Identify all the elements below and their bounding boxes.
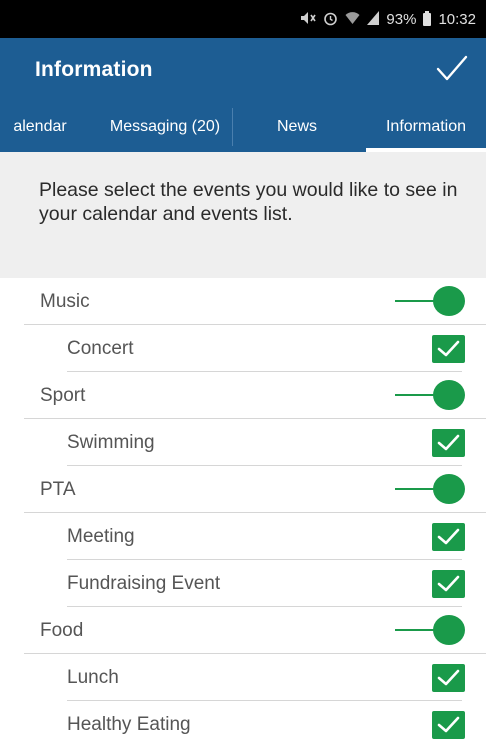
event-checkbox-healthy-eating[interactable] xyxy=(432,711,465,739)
event-checkbox-concert[interactable] xyxy=(432,335,465,363)
event-row-lunch: Lunch xyxy=(0,654,486,701)
signal-icon xyxy=(367,11,380,27)
event-checkbox-swimming[interactable] xyxy=(432,429,465,457)
event-row-concert: Concert xyxy=(0,325,486,372)
event-label: Healthy Eating xyxy=(67,714,191,735)
event-row-healthy-eating: Healthy Eating xyxy=(0,701,486,748)
event-row-meeting: Meeting xyxy=(0,513,486,560)
event-label: Fundraising Event xyxy=(67,573,221,594)
event-row-swimming: Swimming xyxy=(0,419,486,466)
toggle-knob xyxy=(433,380,465,410)
status-bar: 93% 10:32 xyxy=(0,0,486,38)
event-checkbox-meeting[interactable] xyxy=(432,523,465,551)
category-row-music: Music xyxy=(0,278,486,325)
checkmark-icon xyxy=(437,669,460,686)
toggle-knob xyxy=(433,474,465,504)
checkmark-icon xyxy=(437,434,460,451)
intro-text: Please select the events you would like … xyxy=(39,179,458,225)
toggle-knob xyxy=(433,615,465,645)
checkmark-icon xyxy=(437,575,460,592)
tab-information[interactable]: Information xyxy=(366,102,486,152)
tab-calendar[interactable]: alendar xyxy=(0,102,84,152)
tab-news[interactable]: News xyxy=(262,102,332,152)
alarm-icon xyxy=(323,11,338,28)
category-toggle-pta[interactable] xyxy=(395,474,465,504)
category-toggle-sport[interactable] xyxy=(395,380,465,410)
category-label: Music xyxy=(40,291,90,312)
intro-panel: Please select the events you would like … xyxy=(0,152,486,278)
clock-time: 10:32 xyxy=(438,10,476,28)
checkmark-icon xyxy=(437,716,460,733)
mute-icon xyxy=(300,11,317,27)
wifi-icon xyxy=(345,11,360,27)
tab-divider xyxy=(232,108,233,146)
event-label: Concert xyxy=(67,338,134,359)
tab-bar: alendar Messaging (20) News Information xyxy=(0,102,486,152)
event-label: Lunch xyxy=(67,667,119,688)
checkmark-icon xyxy=(437,340,460,357)
category-row-food: Food xyxy=(0,607,486,654)
category-toggle-music[interactable] xyxy=(395,286,465,316)
category-toggle-food[interactable] xyxy=(395,615,465,645)
event-row-fundraising-event: Fundraising Event xyxy=(0,560,486,607)
tab-messaging[interactable]: Messaging (20) xyxy=(100,102,230,152)
event-checkbox-fundraising-event[interactable] xyxy=(432,570,465,598)
page-title: Information xyxy=(35,58,153,81)
event-label: Swimming xyxy=(67,432,155,453)
app-bar: Information xyxy=(0,38,486,102)
category-row-pta: PTA xyxy=(0,466,486,513)
event-checkbox-lunch[interactable] xyxy=(432,664,465,692)
category-label: Food xyxy=(40,620,84,641)
checkmark-icon[interactable] xyxy=(434,52,470,86)
battery-icon xyxy=(423,10,432,26)
battery-percent: 93% xyxy=(386,10,417,28)
category-label: PTA xyxy=(40,479,76,500)
category-row-sport: Sport xyxy=(0,372,486,419)
event-label: Meeting xyxy=(67,526,135,547)
category-label: Sport xyxy=(40,385,86,406)
status-icons: 93% 10:32 xyxy=(300,9,476,29)
checkmark-icon xyxy=(437,528,460,545)
toggle-knob xyxy=(433,286,465,316)
